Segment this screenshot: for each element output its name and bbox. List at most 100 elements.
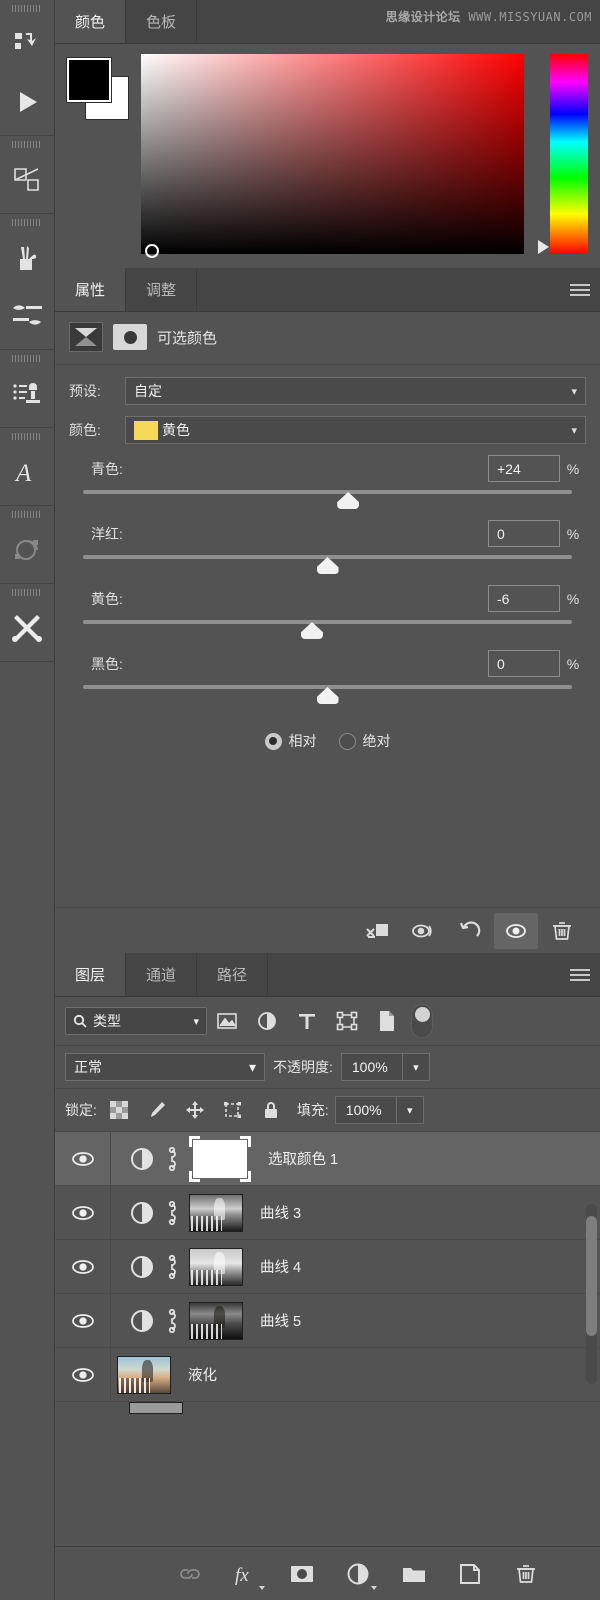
layer-thumbnail[interactable] (189, 1301, 243, 1340)
layer-mask-thumbnail-icon[interactable] (113, 324, 147, 350)
toggle-visibility-button[interactable] (494, 912, 538, 949)
layer-thumbnail[interactable] (117, 1355, 171, 1394)
color-picker-marker[interactable] (145, 244, 159, 258)
tab-channels[interactable]: 通道 (126, 953, 198, 996)
layer-styles-fx-button[interactable]: fx (231, 1558, 265, 1590)
add-layer-mask-button[interactable] (287, 1558, 317, 1590)
link-layers-button[interactable] (175, 1558, 205, 1590)
delete-layer-button[interactable] (511, 1558, 541, 1590)
slider-black-track-wrap[interactable] (69, 679, 586, 709)
layer-visibility-toggle[interactable] (55, 1240, 111, 1293)
table-row[interactable]: 曲线 4 (55, 1240, 600, 1294)
rail-group-tool-presets (0, 584, 55, 662)
slider-track[interactable] (83, 620, 572, 624)
lock-image-icon[interactable] (141, 1096, 173, 1124)
new-group-button[interactable] (399, 1558, 429, 1590)
lock-transparency-icon[interactable] (103, 1096, 135, 1124)
layer-thumbnail[interactable] (189, 1247, 243, 1286)
history-panel-icon[interactable] (0, 15, 55, 73)
table-row[interactable]: 液化 (55, 1348, 600, 1402)
smartobject-filter-icon[interactable] (367, 1006, 407, 1036)
new-adjustment-layer-button[interactable] (343, 1558, 377, 1590)
layer-visibility-toggle[interactable] (55, 1348, 111, 1401)
layer-visibility-toggle[interactable] (55, 1294, 111, 1347)
lock-all-icon[interactable] (255, 1096, 287, 1124)
slider-magenta-track-wrap[interactable] (69, 549, 586, 579)
drag-grip[interactable] (12, 433, 42, 440)
drag-grip[interactable] (12, 589, 42, 596)
preset-select[interactable]: 自定 ▾ (125, 377, 586, 405)
slider-cyan-value[interactable]: +24 (488, 455, 560, 482)
slider-yellow-value[interactable]: -6 (488, 585, 560, 612)
layer-thumbnail[interactable] (189, 1193, 243, 1232)
clone-source-icon[interactable] (0, 365, 55, 423)
adjustment-filter-icon[interactable] (247, 1006, 287, 1036)
styles-panel-icon[interactable] (0, 151, 55, 209)
partial-layer-row[interactable] (55, 1402, 600, 1420)
pixel-filter-icon[interactable] (207, 1006, 247, 1036)
reset-button[interactable] (448, 913, 492, 949)
tab-paths[interactable]: 路径 (197, 953, 269, 996)
chevron-down-icon[interactable]: ▾ (397, 1104, 423, 1117)
color-select[interactable]: 黄色 ▾ (125, 416, 586, 444)
filter-kind-select[interactable]: 类型 ▾ (65, 1007, 207, 1035)
opacity-field[interactable]: 100% ▾ (340, 1053, 430, 1081)
radio-absolute-indicator[interactable] (338, 732, 356, 750)
actions-play-icon[interactable] (0, 73, 55, 131)
slider-track[interactable] (83, 490, 572, 494)
drag-grip[interactable] (12, 5, 42, 12)
layer-list-scrollbar[interactable] (586, 1204, 597, 1384)
radio-absolute[interactable]: 绝对 (338, 731, 391, 751)
radio-relative-indicator[interactable] (264, 732, 282, 750)
saturation-brightness-ramp[interactable] (141, 54, 524, 258)
foreground-background-swatches[interactable] (66, 57, 129, 120)
blend-mode-select[interactable]: 正常 ▾ (65, 1053, 265, 1081)
radio-relative[interactable]: 相对 (264, 731, 317, 751)
brushes-panel-icon[interactable] (0, 229, 55, 287)
link-mask-icon[interactable] (164, 1254, 180, 1280)
clip-to-layer-button[interactable] (356, 913, 400, 949)
hue-strip[interactable] (538, 54, 588, 254)
filter-toggle-switch[interactable] (411, 1004, 433, 1038)
drag-grip[interactable] (12, 511, 42, 518)
link-mask-icon[interactable] (164, 1146, 180, 1172)
hue-marker[interactable] (538, 240, 549, 254)
character-panel-icon[interactable]: A (0, 443, 55, 501)
tab-swatches[interactable]: 色板 (126, 0, 198, 43)
tab-layers[interactable]: 图层 (55, 953, 127, 996)
shape-filter-icon[interactable] (327, 1006, 367, 1036)
slider-cyan-track-wrap[interactable] (69, 484, 586, 514)
tool-presets-icon[interactable] (0, 599, 55, 657)
properties-panel-menu-icon[interactable] (560, 268, 600, 311)
drag-grip[interactable] (12, 141, 42, 148)
table-row[interactable]: 选取颜色 1 (55, 1132, 600, 1186)
layers-panel-menu-icon[interactable] (560, 953, 600, 996)
layer-visibility-toggle[interactable] (55, 1186, 111, 1239)
type-filter-icon[interactable] (287, 1006, 327, 1036)
fill-field[interactable]: 100% ▾ (334, 1096, 424, 1124)
tab-adjustments[interactable]: 调整 (126, 268, 198, 311)
drag-grip[interactable] (12, 355, 42, 362)
lock-position-icon[interactable] (179, 1096, 211, 1124)
paths-panel-icon[interactable] (0, 521, 55, 579)
slider-yellow: 黄色: -6 % (69, 585, 586, 644)
new-layer-button[interactable] (455, 1558, 485, 1590)
link-mask-icon[interactable] (164, 1308, 180, 1334)
slider-magenta-value[interactable]: 0 (488, 520, 560, 547)
table-row[interactable]: 曲线 5 (55, 1294, 600, 1348)
toggle-previous-state-button[interactable] (402, 913, 446, 949)
tab-properties[interactable]: 属性 (55, 268, 127, 311)
brush-settings-icon[interactable] (0, 287, 55, 345)
chevron-down-icon[interactable]: ▾ (403, 1061, 429, 1074)
delete-adjustment-button[interactable] (540, 913, 584, 949)
layer-visibility-toggle[interactable] (55, 1132, 111, 1185)
slider-black-value[interactable]: 0 (488, 650, 560, 677)
drag-grip[interactable] (12, 219, 42, 226)
foreground-color-swatch[interactable] (66, 57, 112, 103)
table-row[interactable]: 曲线 3 (55, 1186, 600, 1240)
layer-mask-thumbnail[interactable] (189, 1135, 251, 1182)
link-mask-icon[interactable] (164, 1200, 180, 1226)
slider-yellow-track-wrap[interactable] (69, 614, 586, 644)
lock-artboard-icon[interactable] (217, 1096, 249, 1124)
tab-color[interactable]: 颜色 (55, 0, 127, 43)
